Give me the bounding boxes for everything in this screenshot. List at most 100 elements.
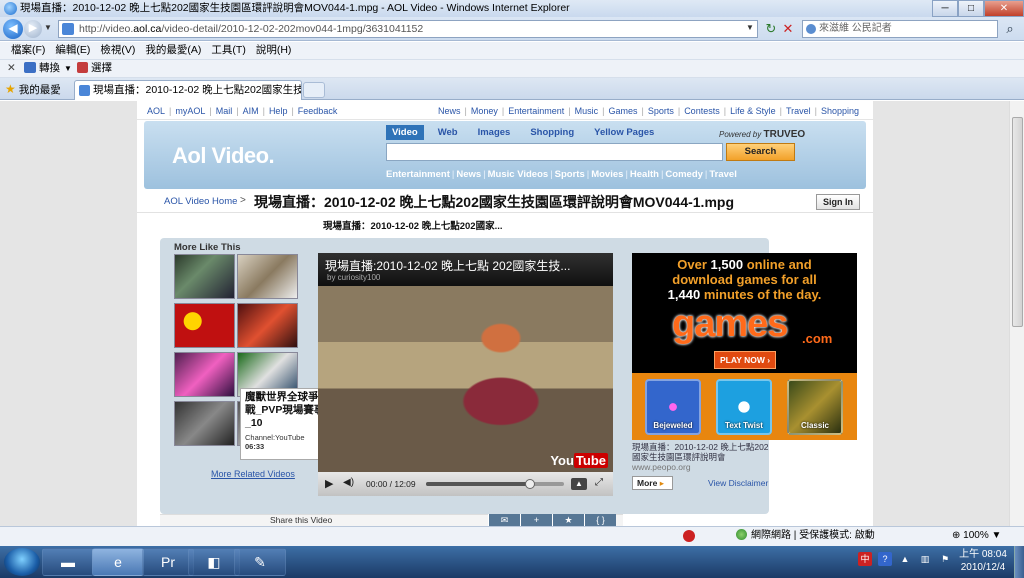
- play-now-button[interactable]: PLAY NOW ›: [714, 351, 776, 369]
- close-button[interactable]: ✕: [984, 0, 1024, 17]
- action-center-icon[interactable]: ⚑: [938, 552, 952, 566]
- related-thumbnail-3[interactable]: [174, 303, 235, 348]
- ie-taskbar-icon[interactable]: e: [92, 548, 144, 576]
- security-zone[interactable]: 網際網路 | 受保護模式: 啟動: [736, 527, 875, 545]
- help-icon[interactable]: ?: [878, 552, 892, 566]
- search-input[interactable]: 來滋維 公民記者: [802, 20, 998, 38]
- related-thumbnail-1[interactable]: [174, 254, 235, 299]
- vertical-scrollbar[interactable]: [1009, 101, 1024, 526]
- sign-in-button[interactable]: Sign In: [816, 194, 860, 210]
- category-link-1[interactable]: News: [456, 169, 481, 180]
- fullscreen-icon[interactable]: ⤢: [595, 477, 603, 488]
- convert-dropdown-icon[interactable]: ▼: [64, 60, 72, 77]
- aol-top-link-3[interactable]: AIM: [243, 106, 259, 116]
- back-button[interactable]: ◀: [3, 19, 23, 39]
- select-button[interactable]: 選擇: [77, 60, 112, 77]
- tab-active[interactable]: 現場直播：2010-12-02 晚上七點202國家生技園...: [74, 80, 302, 100]
- video-search-input[interactable]: [386, 143, 723, 161]
- tray-expand-icon[interactable]: ▲: [898, 552, 912, 566]
- aol-top-link-0[interactable]: AOL: [147, 106, 165, 116]
- search-icon[interactable]: ⌕: [1000, 20, 1020, 38]
- play-button-icon[interactable]: ▶: [325, 477, 333, 490]
- game-tile-classic[interactable]: Classic: [787, 379, 843, 435]
- scrollbar-thumb[interactable]: [1012, 117, 1023, 327]
- game-tile-text-twist[interactable]: Text Twist: [716, 379, 772, 435]
- ime-icon[interactable]: 中: [858, 552, 872, 566]
- popup-blocked-icon[interactable]: [683, 530, 695, 542]
- aol-channel-link-1[interactable]: Money: [471, 106, 498, 116]
- menu-tools[interactable]: 工具(T): [206, 42, 250, 59]
- premiere-taskbar-icon[interactable]: Pr: [142, 548, 194, 576]
- aol-channel-link-5[interactable]: Sports: [648, 106, 674, 116]
- player-uploader[interactable]: by curiosity100: [327, 273, 380, 282]
- more-button[interactable]: More ▸: [632, 476, 673, 490]
- menu-view[interactable]: 檢視(V): [95, 42, 140, 59]
- paint-taskbar-icon[interactable]: ✎: [234, 548, 286, 576]
- category-link-2[interactable]: Music Videos: [488, 169, 549, 180]
- explorer-taskbar-icon[interactable]: ▬: [42, 548, 94, 576]
- video-description-text[interactable]: 現場直播：2010-12-02 晚上七點202國家生技園區環評說明會: [632, 442, 772, 462]
- game-tile-bejeweled[interactable]: Bejeweled: [645, 379, 701, 435]
- zoom-level[interactable]: ⊕ 100% ▼: [952, 527, 1001, 545]
- search-button[interactable]: Search: [726, 143, 795, 161]
- breadcrumb-home-link[interactable]: AOL Video Home: [164, 196, 237, 207]
- aol-video-logo[interactable]: Aol Video.: [172, 143, 275, 169]
- convert-button[interactable]: 轉換: [24, 60, 60, 77]
- stop-button[interactable]: ✕: [780, 20, 796, 38]
- aol-channel-link-3[interactable]: Music: [575, 106, 599, 116]
- aol-top-link-2[interactable]: Mail: [216, 106, 233, 116]
- seek-handle[interactable]: [524, 479, 535, 489]
- category-link-3[interactable]: Sports: [555, 169, 585, 180]
- games-advertisement[interactable]: Over 1,500 online and download games for…: [632, 253, 857, 440]
- video-player[interactable]: 現場直播:2010-12-02 晚上七點 202國家生技... by curio…: [318, 253, 613, 496]
- add-icon[interactable]: +: [520, 514, 552, 526]
- aol-top-link-1[interactable]: myAOL: [175, 106, 205, 116]
- category-link-0[interactable]: Entertainment: [386, 169, 450, 180]
- search-tab-0[interactable]: Video: [386, 125, 424, 140]
- aol-top-link-5[interactable]: Feedback: [298, 106, 338, 116]
- network-icon[interactable]: ▥: [918, 552, 932, 566]
- related-thumbnail-2[interactable]: [237, 254, 298, 299]
- category-link-4[interactable]: Movies: [591, 169, 623, 180]
- show-desktop-button[interactable]: [1014, 546, 1024, 578]
- close-toolbar-icon[interactable]: ✕: [7, 60, 16, 77]
- search-tab-1[interactable]: Web: [432, 125, 464, 140]
- favorite-star-icon[interactable]: ★: [552, 514, 584, 526]
- new-tab-button[interactable]: [303, 82, 325, 98]
- url-input[interactable]: http://video.aol.ca/video-detail/2010-12…: [58, 20, 758, 38]
- aol-channel-link-7[interactable]: Life & Style: [730, 106, 776, 116]
- forward-button[interactable]: ▶: [24, 20, 42, 38]
- related-thumbnail-7[interactable]: [174, 401, 235, 446]
- youtube-logo[interactable]: You Tube: [550, 453, 608, 468]
- search-tab-4[interactable]: Yellow Pages: [588, 125, 660, 140]
- more-related-videos-link[interactable]: More Related Videos: [211, 469, 295, 479]
- taskbar-clock[interactable]: 上午 08:04 2010/12/4: [955, 548, 1011, 574]
- related-thumbnail-5[interactable]: [174, 352, 235, 397]
- related-thumbnail-4[interactable]: [237, 303, 298, 348]
- aol-channel-link-0[interactable]: News: [438, 106, 461, 116]
- expand-icon[interactable]: ▲: [571, 478, 587, 490]
- view-disclaimer-link[interactable]: View Disclaimer: [708, 478, 768, 488]
- video-frame[interactable]: You Tube: [318, 286, 613, 472]
- start-button[interactable]: [4, 548, 40, 576]
- app-taskbar-icon[interactable]: ◧: [188, 548, 240, 576]
- aol-channel-link-6[interactable]: Contests: [684, 106, 720, 116]
- category-link-6[interactable]: Comedy: [665, 169, 702, 180]
- player-video-title[interactable]: 現場直播:2010-12-02 晚上七點 202國家生技...: [325, 257, 610, 274]
- url-dropdown-icon[interactable]: ▼: [746, 23, 754, 32]
- aol-channel-link-9[interactable]: Shopping: [821, 106, 859, 116]
- aol-channel-link-2[interactable]: Entertainment: [508, 106, 564, 116]
- menu-favorites[interactable]: 我的最愛(A): [140, 42, 206, 59]
- volume-icon[interactable]: ◀): [343, 477, 354, 488]
- refresh-button[interactable]: ↻: [763, 20, 779, 38]
- history-dropdown-icon[interactable]: ▼: [44, 23, 52, 32]
- category-link-5[interactable]: Health: [630, 169, 659, 180]
- menu-help[interactable]: 說明(H): [251, 42, 297, 59]
- favorites-button[interactable]: ★ 我的最愛: [5, 82, 61, 97]
- aol-top-link-4[interactable]: Help: [269, 106, 288, 116]
- category-link-7[interactable]: Travel: [709, 169, 736, 180]
- search-tab-3[interactable]: Shopping: [524, 125, 580, 140]
- aol-channel-link-4[interactable]: Games: [608, 106, 637, 116]
- embed-icon[interactable]: { }: [584, 514, 616, 526]
- search-tab-2[interactable]: Images: [472, 125, 517, 140]
